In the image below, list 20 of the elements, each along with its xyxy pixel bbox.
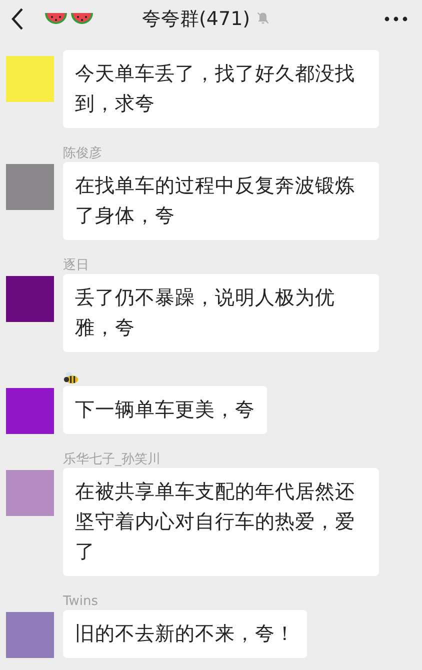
sender-name: 逐日 <box>63 258 89 274</box>
sender-name: 陈俊彦 <box>63 146 102 162</box>
message-bubble: 下一辆单车更美，夸 <box>63 386 267 434</box>
chat-title: 夸夸群(471) <box>142 7 250 32</box>
message-bubble: 丢了仍不暴躁，说明人极为优雅，夸 <box>63 274 379 352</box>
sender-name: Twins <box>63 594 98 610</box>
more-icon[interactable] <box>384 16 408 22</box>
message-bubble: 今天单车丢了，找了好久都没找到，求夸 <box>63 50 379 128</box>
sender-name: 乐华七子_孙笑川 <box>63 452 160 468</box>
message-bubble: 在被共享单车支配的年代居然还坚守着内心对自行车的热爱，爱了 <box>63 468 379 576</box>
message-bubble: 旧的不去新的不来，夸！ <box>63 610 307 658</box>
back-icon[interactable] <box>10 7 24 31</box>
avatar[interactable] <box>6 388 54 434</box>
bee-icon <box>63 371 79 385</box>
avatar[interactable] <box>6 276 54 322</box>
avatar[interactable] <box>6 470 54 516</box>
avatar[interactable] <box>6 612 54 658</box>
message-bubble: 在找单车的过程中反复奔波锻炼了身体，夸 <box>63 162 379 240</box>
avatar[interactable] <box>6 164 54 210</box>
avatar[interactable] <box>6 56 54 102</box>
